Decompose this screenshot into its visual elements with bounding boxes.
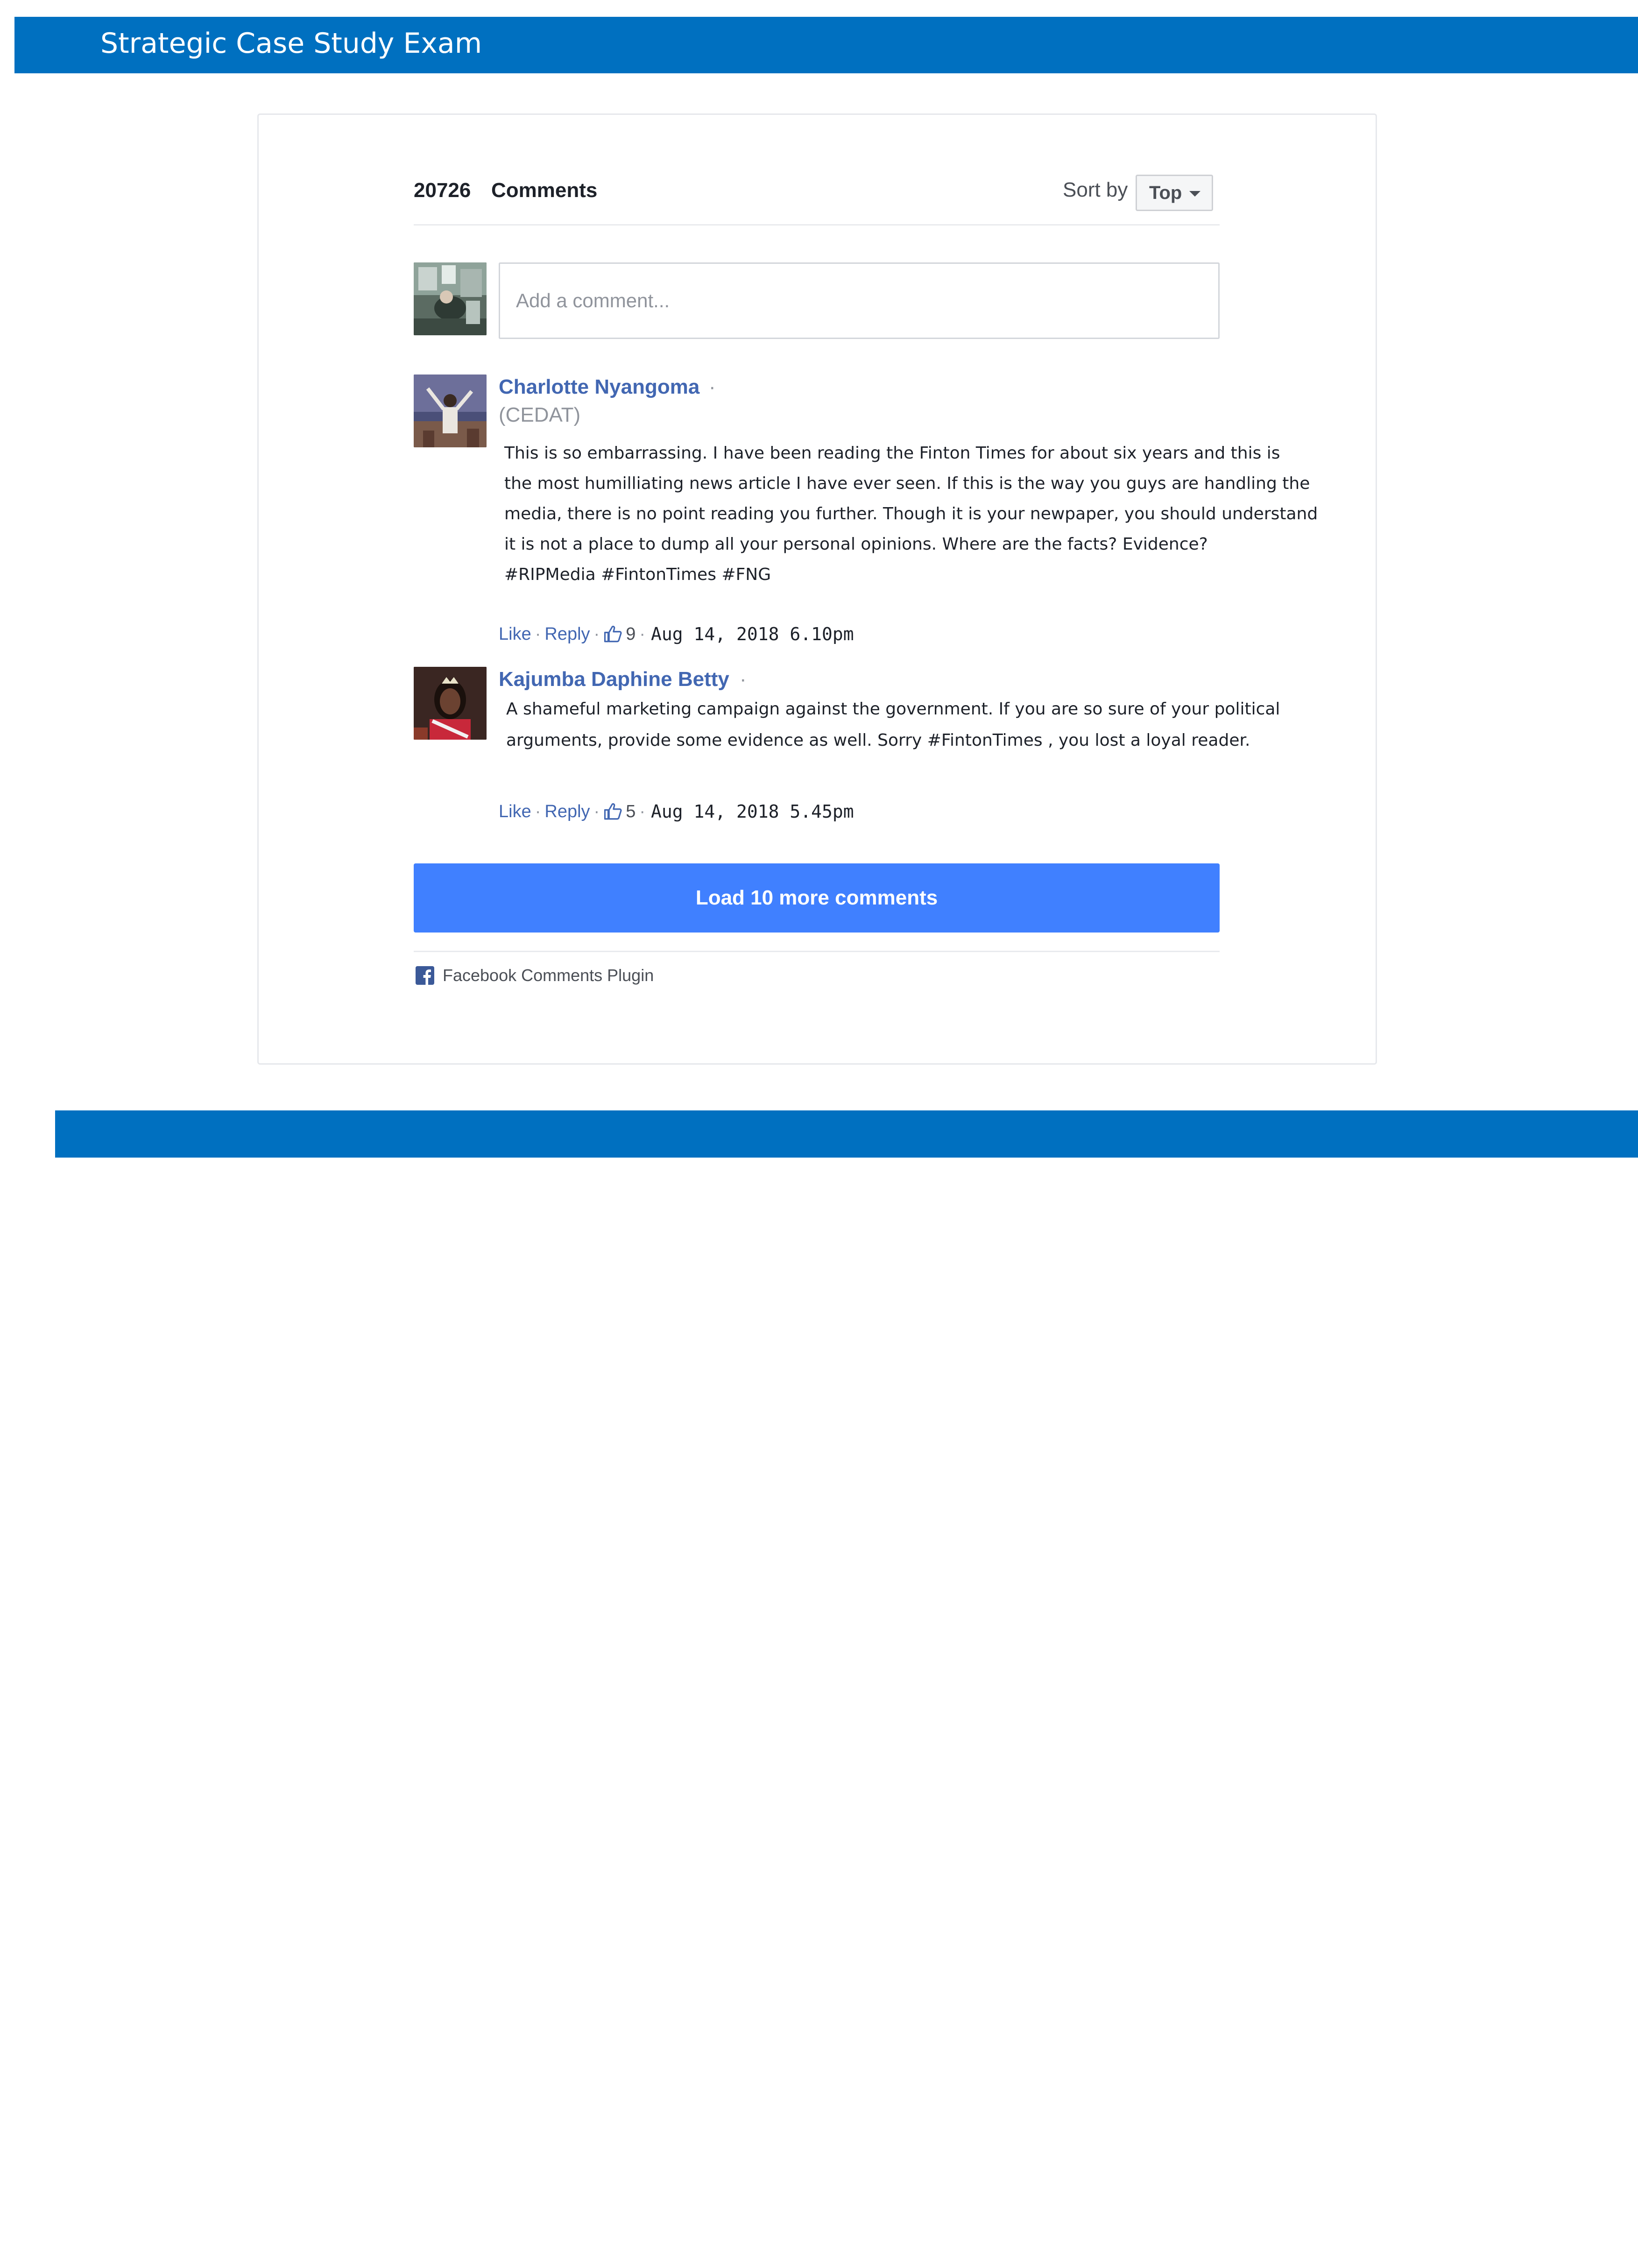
comment-line: arguments, provide some evidence as well…	[506, 731, 1250, 750]
comment-timestamp[interactable]: Aug 14, 2018 6.10pm	[651, 624, 854, 644]
add-comment-input[interactable]	[499, 262, 1220, 339]
page-marker	[1636, 2262, 1637, 2268]
comment-author-link[interactable]: Charlotte Nyangoma	[499, 375, 699, 399]
meta-dot: ·	[639, 624, 645, 644]
sort-dropdown[interactable]: Top	[1136, 175, 1213, 211]
exam-header-bar: Strategic Case Study Exam	[14, 17, 1638, 73]
like-count: 5	[626, 801, 636, 821]
comment-line: media, there is no point reading you fur…	[504, 504, 1318, 523]
facebook-comments-plugin-link[interactable]: Facebook Comments Plugin	[443, 966, 654, 985]
chevron-down-icon	[1189, 191, 1200, 197]
comments-heading: Comments	[491, 179, 598, 202]
current-user-avatar	[414, 262, 487, 335]
author-affiliation: (CEDAT)	[499, 403, 581, 426]
comment-line: #RIPMedia #FintonTimes #FNG	[504, 565, 771, 584]
like-count: 9	[626, 624, 636, 644]
sort-by-label: Sort by	[1063, 178, 1128, 201]
meta-dot: ·	[593, 624, 600, 644]
comment-line: it is not a place to dump all your perso…	[504, 535, 1208, 554]
avatar	[414, 667, 487, 740]
like-link[interactable]: Like	[499, 802, 531, 822]
load-more-comments-button[interactable]: Load 10 more comments	[414, 863, 1220, 933]
avatar	[414, 374, 487, 447]
meta-dot: ·	[639, 801, 645, 821]
comment-timestamp[interactable]: Aug 14, 2018 5.45pm	[651, 801, 854, 822]
thumbs-up-icon	[604, 626, 622, 643]
header-divider	[414, 224, 1220, 226]
comment-count: 20726	[414, 179, 471, 202]
author-separator: ·	[740, 668, 747, 691]
thumbs-up-icon	[604, 803, 622, 820]
comment-line: A shameful marketing campaign against th…	[506, 699, 1280, 719]
like-link[interactable]: Like	[499, 624, 531, 644]
comment-line: This is so embarrassing. I have been rea…	[504, 444, 1280, 463]
facebook-icon[interactable]	[416, 966, 434, 985]
meta-dot: ·	[593, 801, 600, 821]
comment-actions: Like · Reply · 5 · Aug 14, 2018 5.45pm	[499, 801, 854, 822]
reply-link[interactable]: Reply	[544, 624, 590, 644]
comment-author-link[interactable]: Kajumba Daphine Betty	[499, 668, 729, 691]
exam-footer-bar	[55, 1110, 1638, 2268]
reply-link[interactable]: Reply	[544, 802, 590, 822]
author-separator: ·	[709, 375, 716, 398]
comment-line: the most humilliating news article I hav…	[504, 474, 1310, 493]
comment-actions: Like · Reply · 9 · Aug 14, 2018 6.10pm	[499, 624, 854, 644]
meta-dot: ·	[535, 624, 541, 644]
footer-divider	[414, 951, 1220, 952]
meta-dot: ·	[535, 801, 541, 821]
sort-selected-value: Top	[1149, 183, 1182, 203]
exam-title: Strategic Case Study Exam	[100, 27, 482, 60]
